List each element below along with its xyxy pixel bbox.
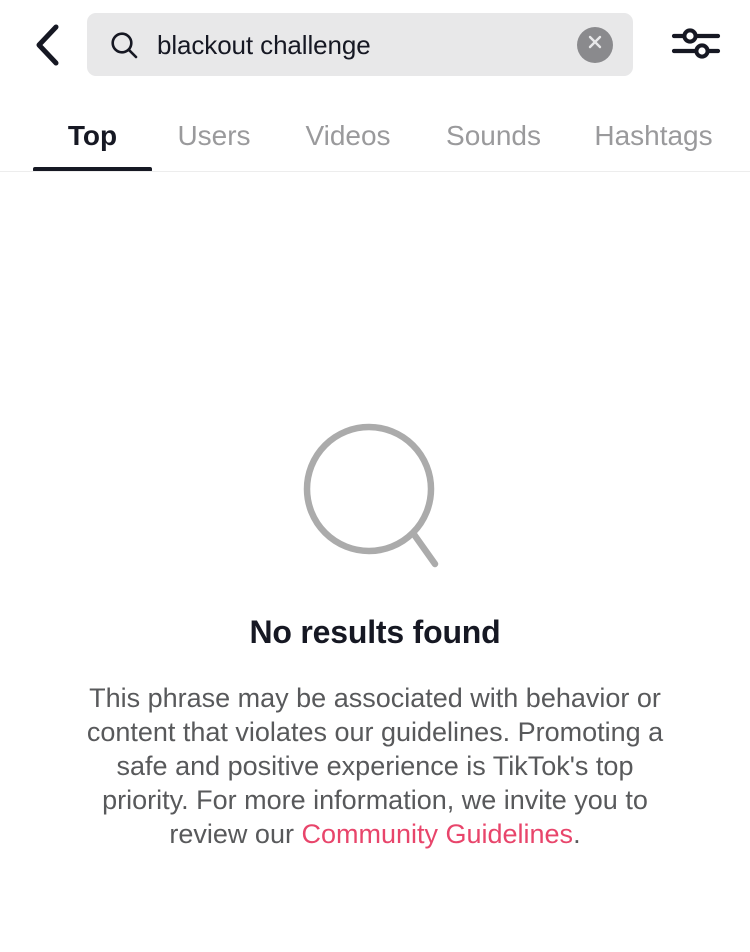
- filter-button[interactable]: [657, 14, 735, 76]
- community-guidelines-link[interactable]: Community Guidelines: [301, 819, 573, 849]
- search-tabs: Top Users Videos Sounds Hashtags: [0, 104, 750, 172]
- tab-hashtags[interactable]: Hashtags: [583, 104, 724, 168]
- search-header: [0, 0, 750, 90]
- empty-state-body-text-2: .: [573, 819, 581, 849]
- tab-label: Users: [177, 120, 251, 151]
- clear-search-button[interactable]: [577, 26, 613, 63]
- tab-videos[interactable]: Videos: [294, 104, 402, 168]
- empty-state-body: This phrase may be associated with behav…: [70, 681, 680, 851]
- empty-state-title: No results found: [249, 614, 501, 650]
- tab-top[interactable]: Top: [33, 104, 152, 168]
- chevron-left-icon: [32, 23, 62, 67]
- back-button[interactable]: [16, 15, 78, 75]
- tab-label: Top: [67, 120, 118, 151]
- search-icon: [109, 30, 139, 60]
- tiktok-search-screen: Top Users Videos Sounds Hashtags No resu…: [0, 0, 750, 952]
- tabs-divider: [0, 171, 750, 172]
- tab-label: Sounds: [446, 120, 541, 151]
- search-input[interactable]: [157, 29, 577, 60]
- tab-label: Hashtags: [594, 120, 713, 151]
- tab-label: Videos: [305, 120, 391, 151]
- empty-state: No results found This phrase may be asso…: [0, 400, 750, 851]
- search-field-container[interactable]: [87, 13, 633, 76]
- filter-sliders-icon: [671, 23, 721, 68]
- tab-users[interactable]: Users: [166, 104, 262, 168]
- close-icon: [586, 33, 604, 56]
- tab-sounds[interactable]: Sounds: [435, 104, 552, 168]
- magnifier-large-icon: [0, 400, 750, 600]
